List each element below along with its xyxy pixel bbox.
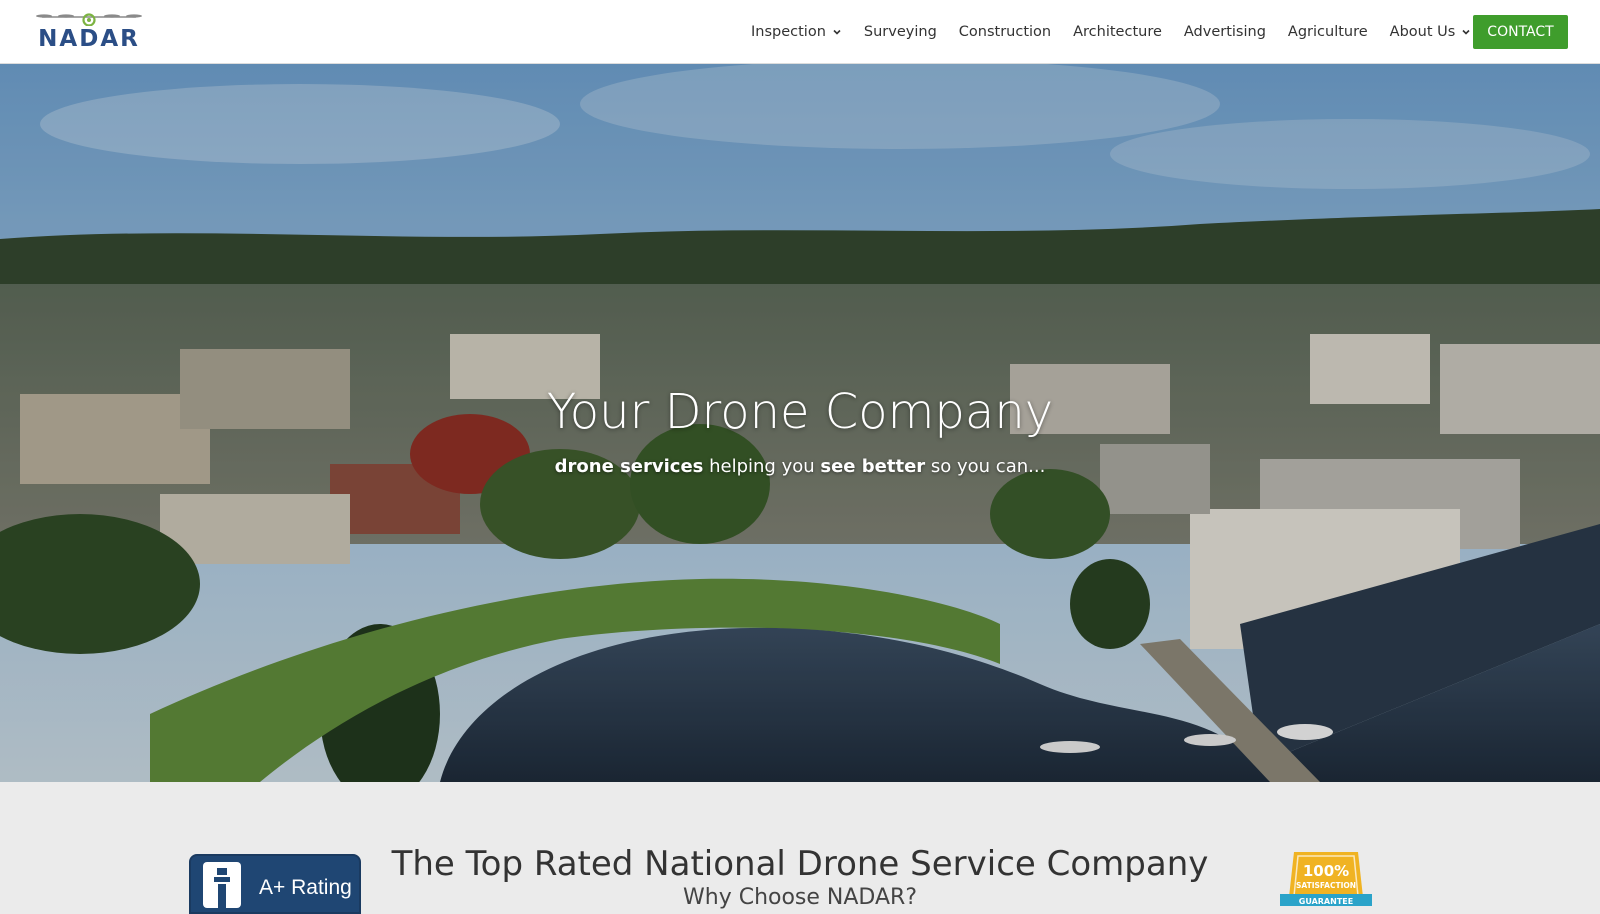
hero-subtitle-text-1: helping you	[703, 456, 821, 477]
nav-item-label: Surveying	[863, 24, 937, 40]
hero-banner: Your Drone Company drone services helpin…	[0, 64, 1600, 782]
satisfaction-badge-icon: 100% SATISFACTION GUARANTEE	[1280, 852, 1372, 906]
nav-item-advertising[interactable]: Advertising	[1173, 0, 1277, 64]
hero-subtitle: drone services helping you see better so…	[0, 456, 1600, 477]
nav-item-about-us[interactable]: About Us	[1379, 0, 1483, 64]
site-logo[interactable]: NADAR	[34, 12, 144, 52]
chevron-down-icon	[833, 29, 841, 35]
hero-subtitle-bold-1: drone services	[554, 456, 704, 477]
nav-item-label: Inspection	[751, 24, 826, 40]
site-header: NADAR Inspection Surveying Construction …	[0, 0, 1600, 64]
nav-item-inspection[interactable]: Inspection	[740, 0, 853, 64]
nav-item-label: Construction	[958, 24, 1052, 40]
badge-label: SATISFACTION	[1296, 881, 1356, 890]
nav-item-label: Architecture	[1073, 24, 1162, 40]
hero-subtitle-text-2: so you can...	[925, 456, 1046, 477]
logo-text: NADAR	[38, 26, 140, 52]
drone-logo-icon	[36, 13, 142, 26]
nav-item-label: Advertising	[1183, 24, 1266, 40]
nav-item-construction[interactable]: Construction	[948, 0, 1062, 64]
nav-item-agriculture[interactable]: Agriculture	[1277, 0, 1379, 64]
badge-percent: 100%	[1303, 862, 1349, 880]
hero-subtitle-bold-2: see better	[820, 456, 926, 477]
nav-item-label: About Us	[1389, 24, 1456, 40]
main-nav: Inspection Surveying Construction Archit…	[740, 0, 1482, 64]
nav-item-surveying[interactable]: Surveying	[853, 0, 948, 64]
nav-item-label: Agriculture	[1287, 24, 1368, 40]
badge-ribbon: GUARANTEE	[1299, 897, 1353, 906]
hero-title: Your Drone Company	[546, 384, 1054, 440]
nav-item-architecture[interactable]: Architecture	[1062, 0, 1173, 64]
why-choose-section: A+ Rating The Top Rated National Drone S…	[0, 782, 1600, 914]
contact-button[interactable]: CONTACT	[1473, 15, 1568, 49]
chevron-down-icon	[1462, 29, 1470, 35]
